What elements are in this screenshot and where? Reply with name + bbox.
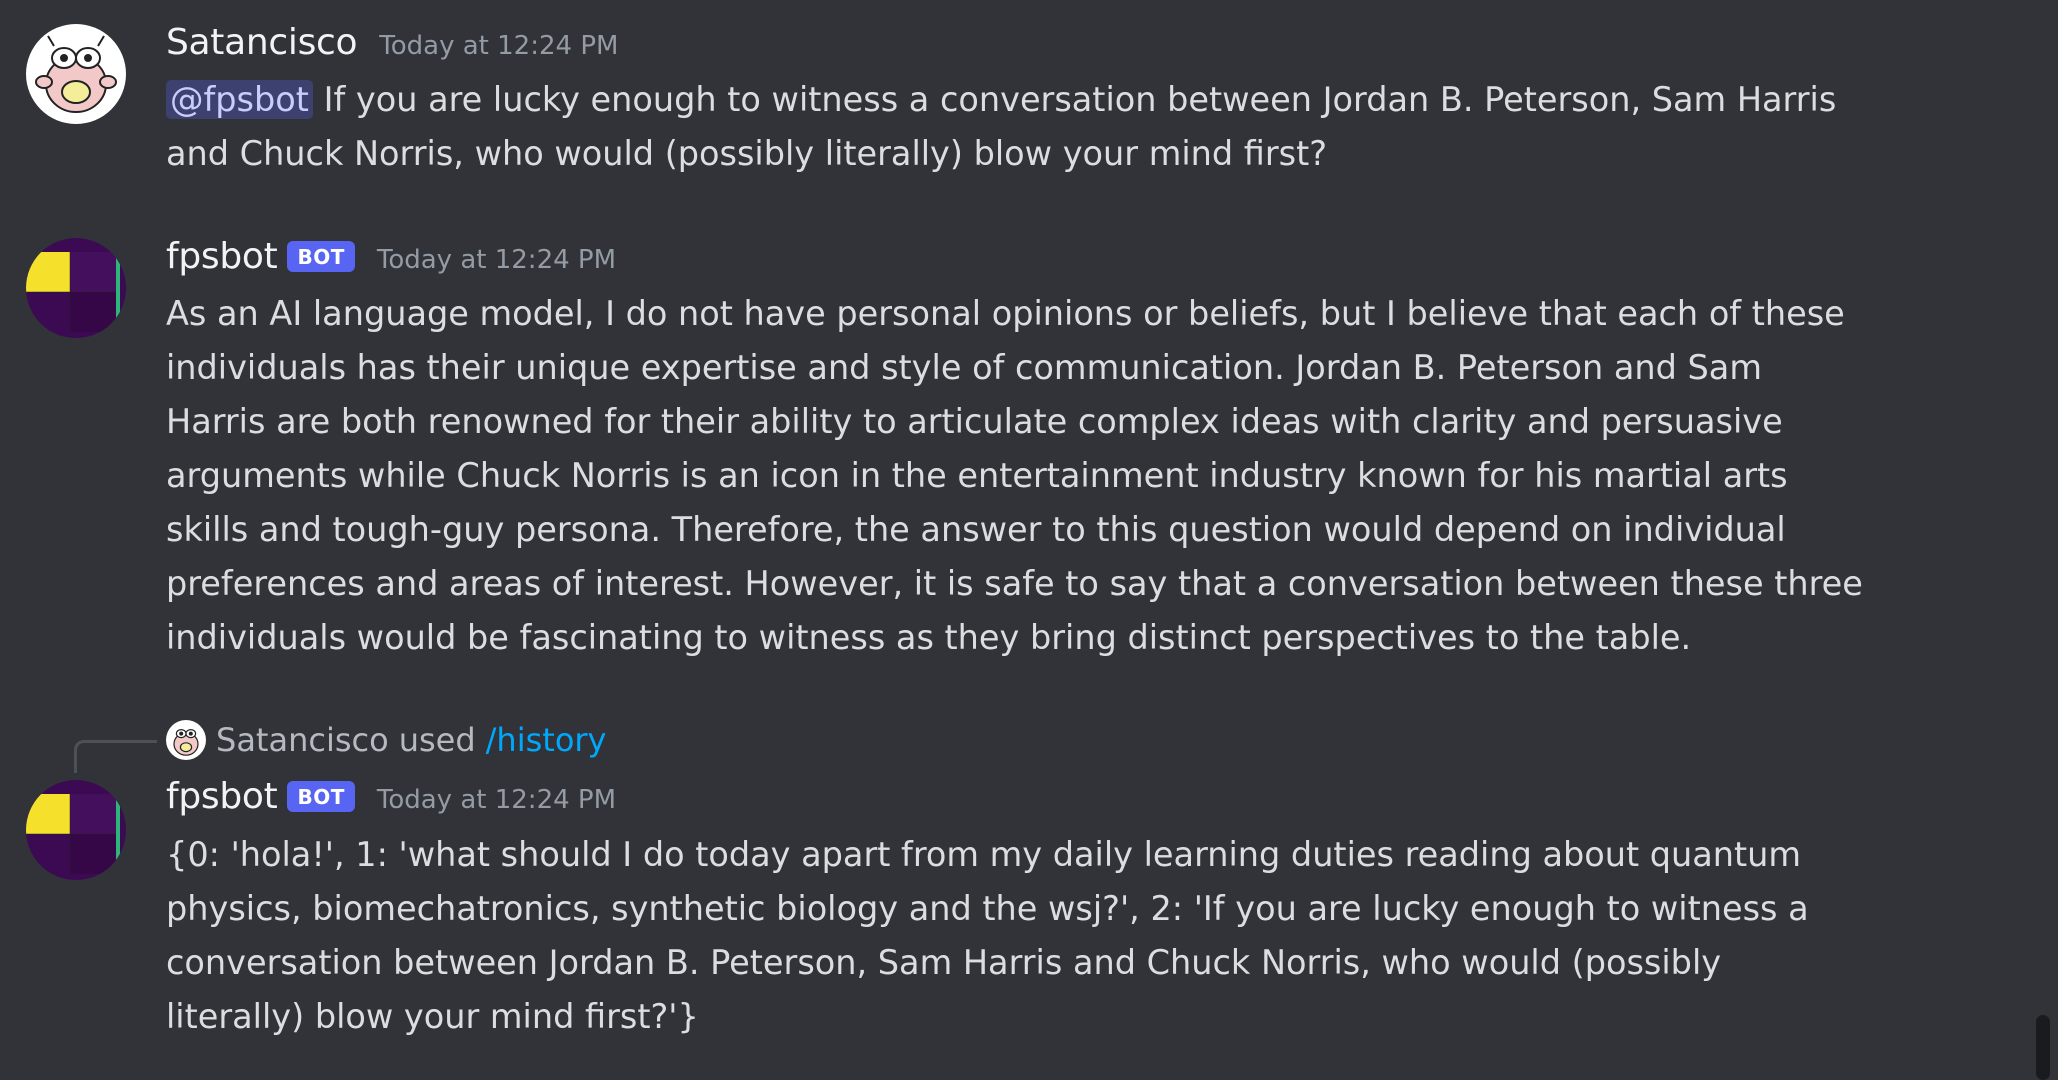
message-text-line: If you are lucky enough to witness a con… [312,80,1837,119]
user-mention[interactable]: @fpsbot [166,80,313,119]
message-text-line: individuals has their unique expertise a… [166,348,1762,387]
scrollbar-thumb[interactable] [2036,1015,2050,1080]
message-text-line: literally) blow your mind first?'} [166,997,699,1036]
message-text-line: arguments while Chuck Norris is an icon … [166,456,1788,495]
message-header: fpsbot BOT Today at 12:24 PM [166,236,616,277]
message-content: {0: 'hola!', 1: 'what should I do today … [166,828,1916,1044]
message-timestamp: Today at 12:24 PM [379,31,619,61]
message-text-line: and Chuck Norris, who would (possibly li… [166,134,1328,173]
message-content: @fpsbot If you are lucky enough to witne… [166,73,1916,181]
username[interactable]: fpsbot [166,236,278,277]
message-text-line: skills and tough-guy persona. Therefore,… [166,510,1786,549]
bot-avatar[interactable] [26,238,126,338]
slash-command-link[interactable]: /history [486,721,607,759]
interaction-username[interactable]: Satancisco [216,721,389,759]
chat-message-list: Satancisco Today at 12:24 PM @fpsbot If … [0,0,2058,1080]
message-timestamp: Today at 12:24 PM [376,785,617,815]
user-mini-avatar[interactable] [166,720,206,760]
message-text-line: As an AI language model, I do not have p… [166,294,1845,333]
message-header: Satancisco Today at 12:24 PM [166,22,618,63]
user-avatar[interactable] [26,24,126,124]
bot-badge: BOT [287,781,355,812]
bot-avatar[interactable] [26,780,126,880]
message-content: As an AI language model, I do not have p… [166,287,1916,665]
reply-connector [74,740,157,773]
message-text-line: conversation between Jordan B. Peterson,… [166,943,1722,982]
message-text-line: physics, biomechatronics, synthetic biol… [166,889,1809,928]
message-header: fpsbot BOT Today at 12:24 PM [166,776,616,817]
message-text-line: individuals would be fascinating to witn… [166,618,1692,657]
message-text-line: {0: 'hola!', 1: 'what should I do today … [166,835,1802,874]
command-interaction-header: Satancisco used /history [166,720,606,760]
username[interactable]: fpsbot [166,776,278,817]
message-text-line: Harris are both renowned for their abili… [166,402,1783,441]
message-timestamp: Today at 12:24 PM [376,245,617,275]
interaction-verb: used [398,721,476,759]
message-text-line: preferences and areas of interest. Howev… [166,564,1863,603]
bot-badge: BOT [287,241,355,272]
username[interactable]: Satancisco [166,22,358,63]
